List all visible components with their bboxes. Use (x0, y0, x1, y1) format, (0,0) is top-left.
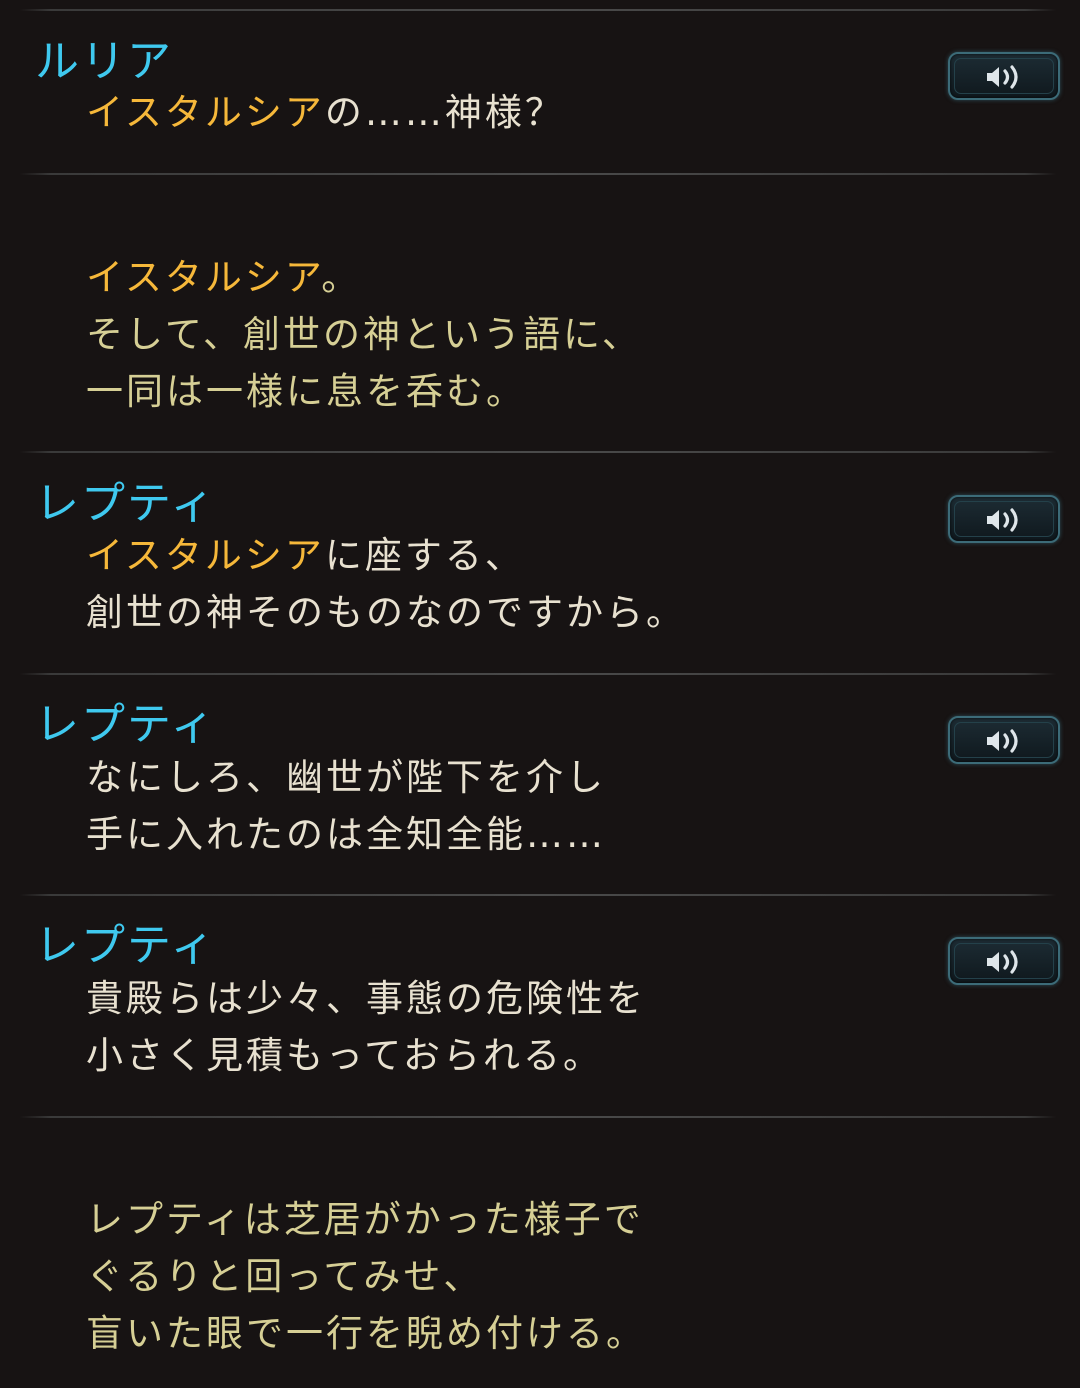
narration-text: ぐるりと回ってみせ、 (86, 1255, 484, 1298)
voice-play-button[interactable] (948, 495, 1060, 543)
dialogue-text: 小さく見積もっておられる。 (86, 1034, 604, 1077)
dialogue-text: 創世の神そのものなのですから。 (86, 591, 686, 634)
voice-play-button[interactable] (948, 716, 1060, 764)
dialogue-line: 手に入れたのは全知全能…… (86, 812, 606, 858)
speaker-sound-icon (987, 729, 1018, 753)
highlight-term: イスタルシア (86, 256, 322, 299)
dialogue-line: 小さく見積もっておられる。 (86, 1033, 603, 1079)
dialogue-text: 貴殿らは少々、事態の危険性を (86, 977, 646, 1020)
speaker-sound-icon (987, 65, 1018, 89)
dialogue-line: イスタルシアに座する、 (86, 533, 525, 579)
narration-text: レプティは芝居がかった様子で (86, 1198, 644, 1241)
divider (20, 673, 1056, 675)
dialogue-text: に座する、 (324, 534, 525, 577)
dialogue-text: の……神様？ (324, 91, 565, 134)
narration-text: 盲いた眼で一行を睨め付ける。 (86, 1312, 646, 1355)
dialogue-line: なにしろ、幽世が陛下を介し (86, 755, 606, 801)
narration-line: イスタルシア。 (86, 255, 361, 301)
dialogue-text: なにしろ、幽世が陛下を介し (86, 756, 606, 799)
narration-line: レプティは芝居がかった様子で (86, 1197, 644, 1243)
dialogue-line: 創世の神そのものなのですから。 (86, 590, 686, 636)
speaker-name: レプティ (35, 920, 217, 971)
speaker-name: レプティ (35, 478, 217, 529)
divider (20, 451, 1056, 453)
narration-text: 一同は一様に息を呑む。 (86, 370, 526, 413)
backlog-panel: ルリア イスタルシアの……神様？ イスタルシア。 そして、創世の神という語に、 … (0, 0, 1080, 1388)
highlight-term: イスタルシア (86, 534, 325, 577)
speaker-sound-icon (987, 950, 1018, 974)
speaker-sound-icon (987, 508, 1018, 532)
narration-line: 盲いた眼で一行を睨め付ける。 (86, 1311, 646, 1357)
dialogue-line: 貴殿らは少々、事態の危険性を (86, 976, 646, 1022)
narration-line: ぐるりと回ってみせ、 (86, 1254, 483, 1300)
dialogue-text: 手に入れたのは全知全能…… (86, 813, 606, 856)
narration-line: そして、創世の神という語に、 (86, 312, 642, 358)
narration-text: 。 (321, 256, 362, 299)
speaker-name: ルリア (35, 36, 173, 87)
voice-play-button[interactable] (948, 937, 1060, 985)
voice-play-button[interactable] (948, 52, 1060, 100)
highlight-term: イスタルシア (86, 91, 325, 134)
dialogue-line: イスタルシアの……神様？ (86, 90, 565, 136)
divider (20, 1116, 1056, 1118)
speaker-name: レプティ (35, 699, 217, 750)
divider (20, 894, 1056, 896)
divider (20, 173, 1056, 175)
narration-text: そして、創世の神という語に、 (86, 313, 642, 356)
divider (20, 9, 1056, 11)
narration-line: 一同は一様に息を呑む。 (86, 369, 526, 415)
